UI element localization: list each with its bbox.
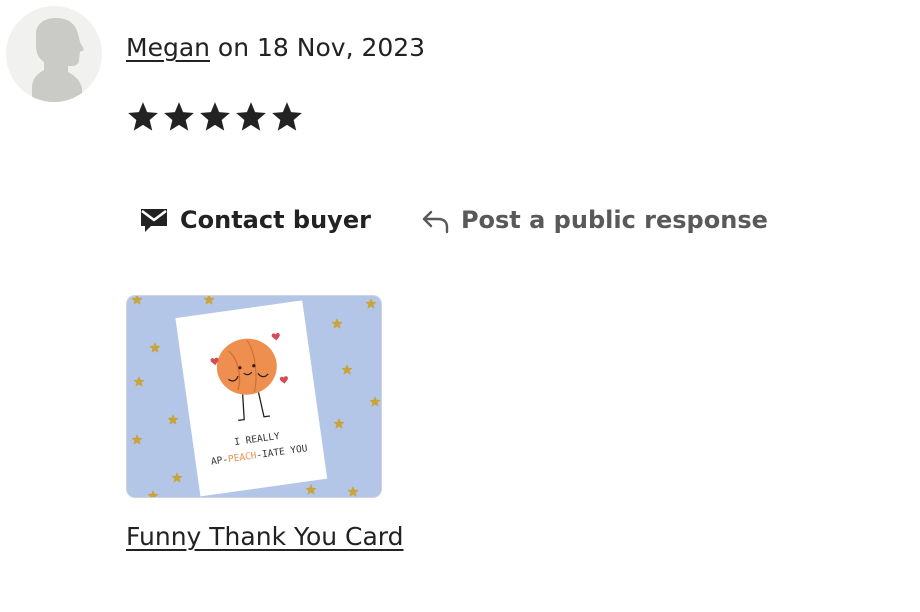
reviewer-name-link[interactable]: Megan xyxy=(126,33,210,62)
envelope-icon xyxy=(138,205,170,235)
greeting-card: I REALLY AP-PEACH-IATE YOU xyxy=(175,300,328,497)
post-public-response-button[interactable]: Post a public response xyxy=(421,206,768,234)
listing-thumbnail[interactable]: I REALLY AP-PEACH-IATE YOU xyxy=(126,295,382,498)
star-icon xyxy=(164,102,194,131)
listing-title-link[interactable]: Funny Thank You Card xyxy=(126,522,404,551)
star-icon xyxy=(236,102,266,131)
listing-image: I REALLY AP-PEACH-IATE YOU xyxy=(127,296,381,497)
contact-buyer-button[interactable]: Contact buyer xyxy=(138,205,371,235)
review-actions: Contact buyer Post a public response xyxy=(138,205,768,235)
star-icon xyxy=(200,102,230,131)
star-icon xyxy=(128,102,158,131)
reply-arrow-icon xyxy=(421,206,451,234)
review-byline: Megan on 18 Nov, 2023 xyxy=(126,33,425,62)
contact-buyer-label: Contact buyer xyxy=(180,206,371,234)
default-user-icon xyxy=(32,18,84,102)
post-public-response-label: Post a public response xyxy=(460,206,768,234)
star-rating xyxy=(126,100,304,134)
review-date: on 18 Nov, 2023 xyxy=(209,33,426,62)
star-icon xyxy=(272,102,302,131)
avatar xyxy=(6,6,102,102)
